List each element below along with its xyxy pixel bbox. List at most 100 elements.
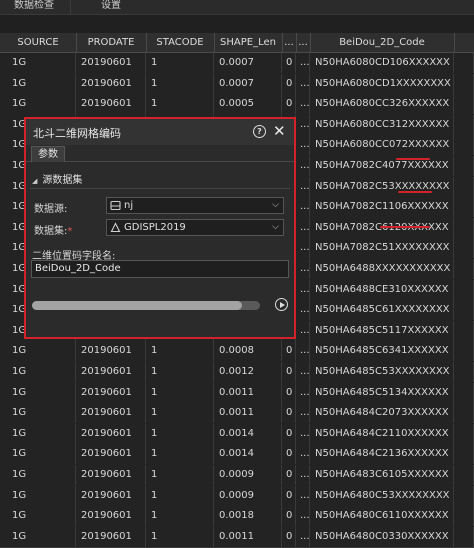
cell-stacode[interactable]: 1 (146, 94, 214, 115)
table-row[interactable]: 1G 20190601 1 0.0005 0... N50HA6080CC326XXXXX… (0, 94, 474, 116)
cell-beidou-code[interactable]: N50HA6485C5134XXXXXX (310, 382, 454, 403)
close-icon[interactable]: ✕ (273, 122, 286, 140)
run-button[interactable] (275, 298, 288, 311)
cell-source[interactable]: 1G (0, 485, 76, 506)
cell-beidou-code[interactable]: N50HA6080CC312XXXXXX (310, 114, 454, 135)
cell-stacode[interactable]: 1 (146, 526, 214, 547)
cell-prodate[interactable]: 20190601 (76, 94, 146, 115)
cell-hidden-2[interactable]: ... (296, 156, 310, 176)
cell-shape-len[interactable]: 0.0005 (214, 94, 282, 115)
cell-stacode[interactable]: 1 (146, 485, 214, 506)
cell-hidden-2[interactable]: ... (296, 197, 310, 218)
cell-prodate[interactable]: 20190601 (76, 485, 146, 506)
cell-hidden-2[interactable]: ... (296, 279, 310, 300)
cell-beidou-code[interactable]: N50HA6480C6110XXXXXX (310, 506, 454, 527)
cell-source[interactable]: 1G (0, 73, 76, 94)
column-header-hidden-2[interactable]: ... (296, 33, 311, 52)
cell-beidou-code[interactable]: N50HA6080CC326XXXXXX (310, 94, 454, 115)
cell-hidden-2[interactable]: ... (296, 300, 310, 321)
cell-hidden-1[interactable]: 0 (282, 526, 296, 547)
cell-source[interactable]: 1G (0, 506, 76, 527)
cell-hidden-2[interactable]: ... (296, 362, 310, 382)
cell-beidou-code[interactable]: N50HA7082C1106XXXXXX (310, 197, 454, 218)
table-row[interactable]: 1G 20190601 1 0.0018 0... N50HA6480C6110XXXXX… (0, 506, 474, 528)
cell-source[interactable]: 1G (0, 53, 76, 73)
cell-hidden-1[interactable]: 0 (282, 362, 296, 382)
cell-stacode[interactable]: 1 (146, 403, 214, 424)
cell-hidden-2[interactable]: ... (296, 238, 310, 259)
cell-hidden-1[interactable]: 0 (282, 506, 296, 527)
cell-source[interactable]: 1G (0, 444, 76, 465)
cell-hidden-2[interactable]: ... (296, 176, 310, 197)
section-source-dataset[interactable]: ◢ 源数据集 (32, 171, 82, 186)
cell-hidden-2[interactable]: ... (296, 217, 310, 238)
cell-beidou-code[interactable]: N50HA6080CD1XXXXXXXX (310, 73, 454, 94)
code-field-input[interactable]: BeiDou_2D_Code (31, 260, 289, 278)
cell-prodate[interactable]: 20190601 (76, 382, 146, 403)
cell-hidden-2[interactable]: ... (296, 341, 310, 362)
cell-shape-len[interactable]: 0.0009 (214, 485, 282, 506)
column-header-stacode[interactable]: STACODE (146, 33, 215, 52)
cell-hidden-2[interactable]: ... (296, 73, 310, 94)
cell-beidou-code[interactable]: N50HA6485C5117XXXXXX (310, 320, 454, 341)
cell-beidou-code[interactable]: N50HA6480C53XXXXXXXX (310, 485, 454, 506)
cell-beidou-code[interactable]: N50HA6484C2073XXXXXX (310, 403, 454, 424)
cell-shape-len[interactable]: 0.0018 (214, 506, 282, 527)
cell-prodate[interactable]: 20190601 (76, 341, 146, 362)
cell-beidou-code[interactable]: N50HA7082C53XXXXXXXX (310, 176, 454, 197)
cell-hidden-1[interactable]: 0 (282, 73, 296, 94)
cell-source[interactable]: 1G (0, 526, 76, 547)
table-row[interactable]: 1G 20190601 1 0.0012 0... N50HA6485C53XXXXXXX… (0, 362, 474, 384)
cell-beidou-code[interactable]: N50HA6488CE310XXXXXX (310, 279, 454, 300)
cell-hidden-1[interactable]: 0 (282, 341, 296, 362)
cell-hidden-2[interactable]: ... (296, 465, 310, 485)
table-row[interactable]: 1G 20190601 1 0.0011 0... N50HA6484C2073XXXXX… (0, 403, 474, 425)
table-row[interactable]: 1G 20190601 1 0.0011 0... N50HA6485C5134XXXXX… (0, 382, 474, 405)
cell-stacode[interactable]: 1 (146, 73, 214, 94)
cell-hidden-1[interactable]: 0 (282, 403, 296, 424)
cell-hidden-1[interactable]: 0 (282, 465, 296, 485)
cell-prodate[interactable]: 20190601 (76, 362, 146, 382)
table-row[interactable]: 1G 20190601 1 0.0011 0... N50HA6480C0330XXXXX… (0, 526, 474, 548)
cell-beidou-code[interactable]: N50HA6488XXXXXXXXXXX (310, 259, 454, 279)
cell-stacode[interactable]: 1 (146, 465, 214, 485)
column-header-shape-len[interactable]: SHAPE_Len (214, 33, 283, 52)
cell-prodate[interactable]: 20190601 (76, 403, 146, 424)
cell-shape-len[interactable]: 0.0014 (214, 444, 282, 465)
cell-hidden-2[interactable]: ... (296, 94, 310, 115)
cell-hidden-2[interactable]: ... (296, 423, 310, 444)
cell-stacode[interactable]: 1 (146, 341, 214, 362)
tab-parameters[interactable]: 参数 (31, 146, 65, 162)
cell-stacode[interactable]: 1 (146, 423, 214, 444)
cell-beidou-code[interactable]: N50HA6484C2110XXXXXX (310, 423, 454, 444)
cell-prodate[interactable]: 20190601 (76, 506, 146, 527)
cell-source[interactable]: 1G (0, 341, 76, 362)
cell-source[interactable]: 1G (0, 465, 76, 485)
dialog-title-bar[interactable]: 北斗二维网格编码 ? ✕ (26, 119, 294, 145)
cell-hidden-1[interactable]: 0 (282, 382, 296, 403)
cell-beidou-code[interactable]: N50HA6483C6105XXXXXX (310, 465, 454, 485)
cell-hidden-2[interactable]: ... (296, 320, 310, 341)
cell-source[interactable]: 1G (0, 362, 76, 382)
cell-stacode[interactable]: 1 (146, 53, 214, 73)
cell-stacode[interactable]: 1 (146, 362, 214, 382)
table-row[interactable]: 1G 20190601 1 0.0009 0... N50HA6480C53XXXXXXX… (0, 485, 474, 508)
cell-shape-len[interactable]: 0.0009 (214, 465, 282, 485)
table-row[interactable]: 1G 20190601 1 0.0007 0... N50HA6080CD106XXXXX… (0, 53, 474, 75)
cell-hidden-2[interactable]: ... (296, 485, 310, 506)
column-header-source[interactable]: SOURCE (0, 33, 77, 52)
cell-hidden-1[interactable]: 0 (282, 94, 296, 115)
cell-hidden-1[interactable]: 0 (282, 485, 296, 506)
cell-beidou-code[interactable]: N50HA7082C4077XXXXXX (310, 156, 454, 176)
table-row[interactable]: 1G 20190601 1 0.0008 0... N50HA6485C6341XXXXX… (0, 341, 474, 363)
chevron-down-icon[interactable]: ⌵ (272, 198, 279, 213)
table-row[interactable]: 1G 20190601 1 0.0007 0... N50HA6080CD1XXXXXXX… (0, 73, 474, 96)
cell-hidden-1[interactable]: 0 (282, 53, 296, 73)
column-header-hidden-1[interactable]: ... (282, 33, 297, 52)
cell-beidou-code[interactable]: N50HA6485C61XXXXXXXX (310, 300, 454, 321)
cell-hidden-2[interactable]: ... (296, 403, 310, 424)
cell-shape-len[interactable]: 0.0011 (214, 403, 282, 424)
cell-prodate[interactable]: 20190601 (76, 73, 146, 94)
cell-source[interactable]: 1G (0, 94, 76, 115)
cell-hidden-2[interactable]: ... (296, 259, 310, 279)
